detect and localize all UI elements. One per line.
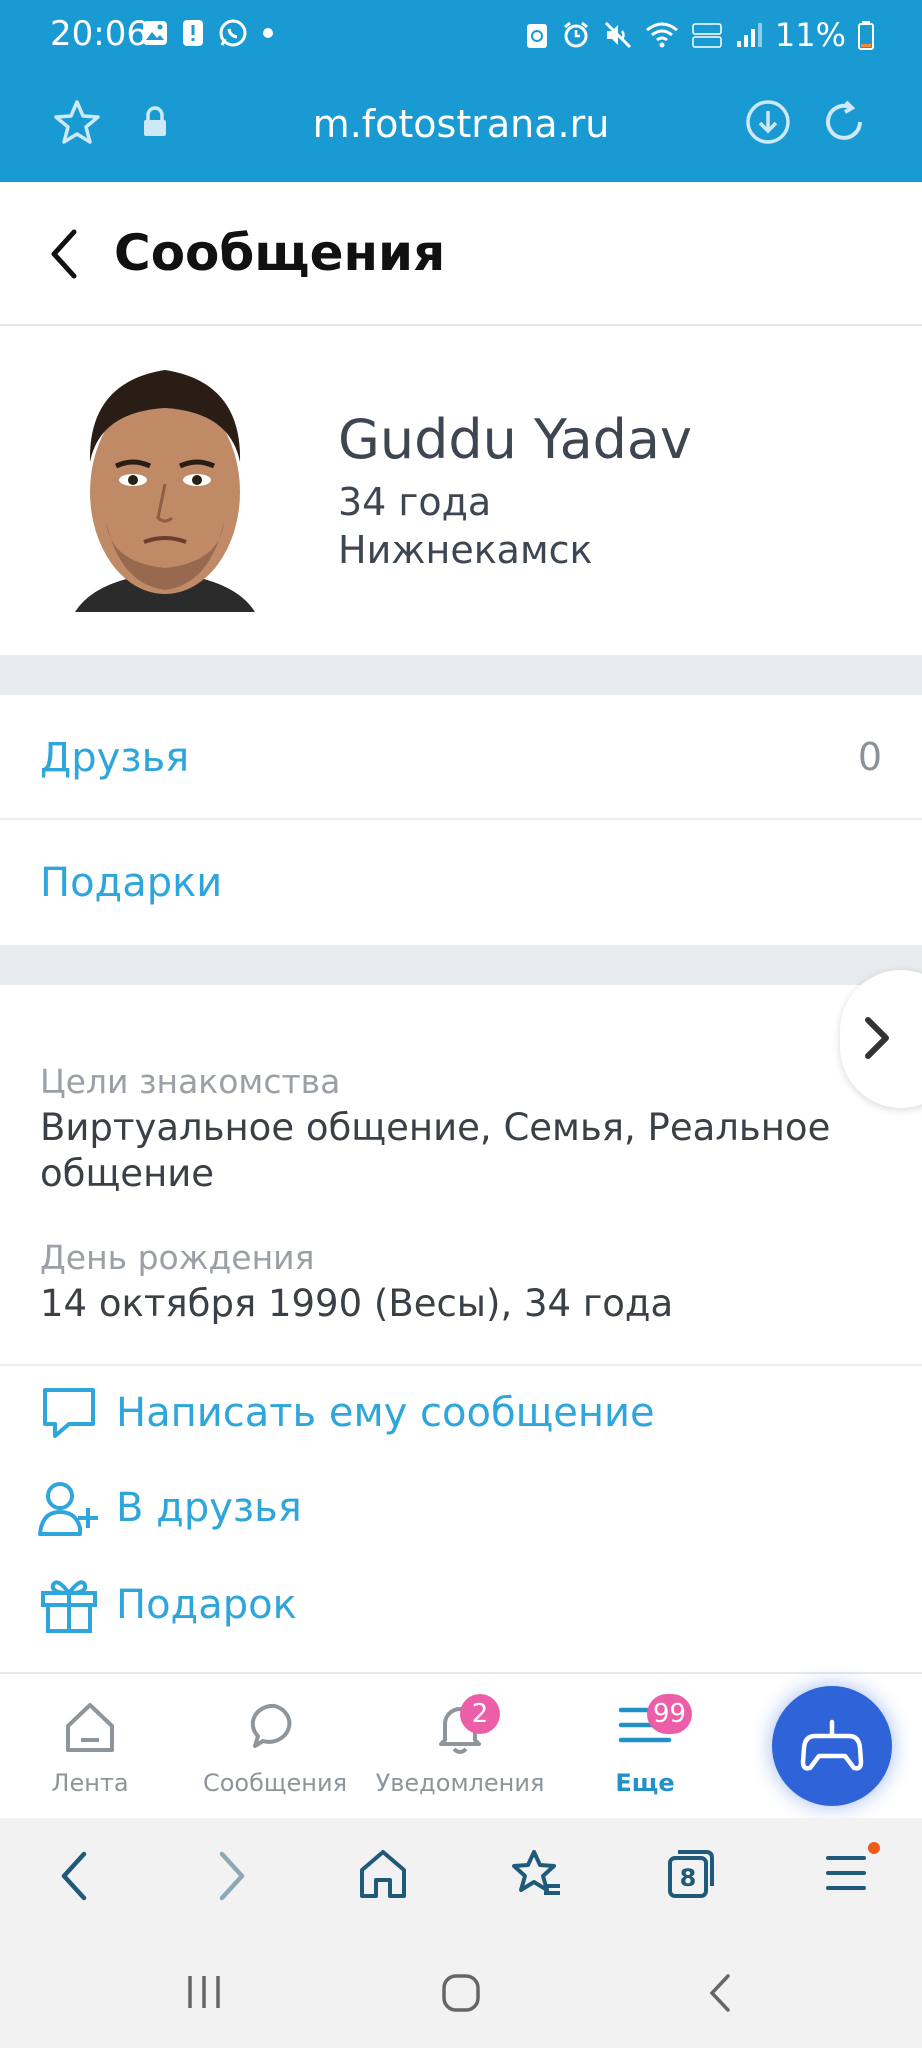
gamepad-icon	[800, 1719, 864, 1771]
section-separator	[0, 945, 922, 985]
dating-goals: Цели знакомства Виртуальное общение, Сем…	[40, 1062, 880, 1197]
volte-icon	[692, 23, 722, 48]
recent-apps-icon[interactable]	[184, 1972, 224, 2012]
battery-percent: 11%	[774, 16, 846, 54]
profile-age: 34 года	[338, 480, 492, 524]
profile-card: Guddu Yadav 34 года Нижнекамск	[0, 328, 922, 655]
browser-back-icon[interactable]	[56, 1848, 92, 1904]
dating-goals-value: Виртуальное общение, Семья, Реальное общ…	[40, 1106, 831, 1195]
back-arrow-icon[interactable]	[44, 226, 84, 282]
recycle-icon	[526, 24, 547, 48]
page-title: Сообщения	[114, 224, 446, 282]
status-time: 20:06	[50, 14, 148, 54]
games-fab-button[interactable]	[772, 1686, 892, 1806]
system-back-icon[interactable]	[706, 1972, 734, 2014]
whatsapp-icon	[219, 19, 247, 47]
browser-forward-icon[interactable]	[214, 1848, 250, 1904]
friends-link[interactable]: Друзья 0	[0, 695, 922, 820]
nav-messages[interactable]: Сообщения	[185, 1674, 365, 1820]
nav-feed[interactable]: Лента	[0, 1674, 180, 1820]
section-separator	[0, 655, 922, 695]
nav-more-label: Еще	[615, 1769, 675, 1797]
page-header: Сообщения	[0, 182, 922, 326]
add-friend-button[interactable]: В друзья	[36, 1473, 302, 1543]
wifi-icon	[645, 22, 678, 48]
gallery-icon	[143, 21, 167, 45]
gift-label: Подарок	[116, 1582, 297, 1628]
alert-icon	[183, 20, 203, 46]
avatar[interactable]	[70, 362, 260, 616]
gifts-label: Подарки	[40, 860, 223, 906]
gift-icon	[41, 1580, 97, 1633]
browser-menu-icon[interactable]	[824, 1848, 868, 1898]
battery-icon	[858, 21, 874, 50]
status-bar: 20:06 11%	[0, 0, 922, 68]
browser-home-icon[interactable]	[358, 1848, 408, 1900]
tabs-count: 8	[679, 1864, 697, 1892]
profile-city: Нижнекамск	[338, 528, 593, 572]
write-message-label: Написать ему сообщение	[116, 1390, 655, 1436]
add-friend-icon	[38, 1482, 98, 1536]
feed-icon	[66, 1703, 114, 1752]
system-nav-bar	[0, 1936, 922, 2048]
browser-bookmarks-icon[interactable]	[510, 1848, 564, 1902]
reload-icon[interactable]	[820, 98, 868, 146]
friends-label: Друзья	[40, 735, 190, 781]
dot-icon	[263, 28, 273, 38]
gifts-link[interactable]: Подарки	[0, 820, 922, 945]
birthday: День рождения 14 октября 1990 (Весы), 34…	[40, 1238, 880, 1327]
status-system-icons: 11%	[525, 16, 874, 54]
profile-name: Guddu Yadav	[338, 408, 692, 471]
menu-notification-dot	[868, 1842, 880, 1854]
mute-icon	[604, 21, 631, 49]
chat-bubble-icon	[43, 1388, 95, 1438]
browser-top-bar: 20:06 11% m.fotostrana.ru	[0, 0, 922, 182]
more-badge: 99	[647, 1694, 693, 1734]
browser-toolbar: 8	[0, 1818, 922, 1936]
birthday-value: 14 октября 1990 (Весы), 34 года	[40, 1282, 674, 1325]
home-icon[interactable]	[440, 1972, 482, 2014]
nav-more[interactable]: 99 Еще	[555, 1674, 735, 1820]
browser-tabs-button[interactable]: 8	[666, 1846, 716, 1900]
nav-notifications[interactable]: 2 Уведомления	[370, 1674, 550, 1820]
add-friend-label: В друзья	[116, 1485, 302, 1531]
notifications-badge: 2	[460, 1694, 500, 1734]
download-icon[interactable]	[744, 98, 792, 146]
divider	[0, 1364, 922, 1366]
status-notification-icons	[142, 18, 274, 48]
dating-goals-label: Цели знакомства	[40, 1062, 341, 1101]
nav-feed-label: Лента	[51, 1769, 129, 1797]
alarm-icon	[563, 21, 588, 48]
friends-count: 0	[857, 735, 882, 779]
nav-messages-label: Сообщения	[202, 1769, 348, 1797]
chevron-right-icon	[865, 1017, 889, 1059]
birthday-label: День рождения	[40, 1238, 315, 1277]
gift-button[interactable]: Подарок	[36, 1570, 297, 1640]
url-bar: m.fotostrana.ru	[0, 68, 922, 182]
signal-icon	[736, 23, 762, 47]
write-message-button[interactable]: Написать ему сообщение	[36, 1378, 655, 1448]
nav-notifications-label: Уведомления	[375, 1769, 545, 1797]
message-icon	[250, 1703, 292, 1748]
